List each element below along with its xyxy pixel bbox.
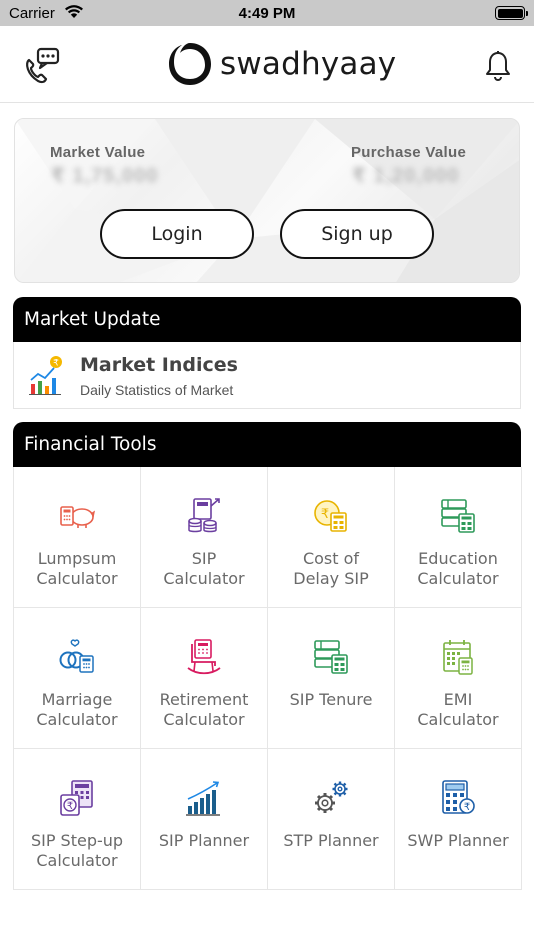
tool-label: SIP Planner	[158, 831, 250, 850]
notifications-button[interactable]	[484, 50, 512, 82]
market-indices-subtitle: Daily Statistics of Market	[80, 382, 234, 398]
swadhyaay-logo-icon	[169, 43, 211, 85]
stepup-calculator-icon: ₹	[60, 780, 93, 816]
financial-tools-grid: Lumpsum Calculator SIP Calculator ₹ Cost…	[13, 467, 522, 890]
tool-sip-planner[interactable]: SIP Planner	[141, 749, 268, 890]
app-header: swadhyaay	[0, 26, 534, 103]
tool-retirement-calculator[interactable]: Retirement Calculator	[141, 608, 268, 749]
tool-label: Marriage Calculator	[36, 690, 118, 729]
svg-text:₹: ₹	[67, 801, 73, 812]
tool-marriage-calculator[interactable]: Marriage Calculator	[14, 608, 141, 749]
bell-icon	[486, 51, 510, 82]
calendar-calculator-icon	[443, 640, 473, 675]
clock: 4:49 PM	[238, 5, 296, 22]
svg-text:₹: ₹	[321, 507, 329, 522]
svg-text:₹: ₹	[53, 359, 59, 369]
tool-label: EMI Calculator	[417, 690, 499, 729]
books-calculator-icon	[441, 499, 475, 533]
tool-label: Lumpsum Calculator	[36, 549, 118, 588]
tool-sip-calculator[interactable]: SIP Calculator	[141, 467, 268, 608]
tool-label: SIP Step-up Calculator	[30, 831, 124, 870]
phone-chat-icon	[26, 47, 60, 84]
market-chart-icon: ₹	[29, 356, 62, 395]
tool-sip-stepup-calculator[interactable]: ₹ SIP Step-up Calculator	[14, 749, 141, 890]
rupee-coin-calculator-icon: ₹	[314, 500, 347, 532]
tool-sip-tenure[interactable]: SIP Tenure	[268, 608, 395, 749]
books-calculator-green-icon	[314, 640, 348, 674]
login-button[interactable]: Login	[100, 209, 254, 259]
portfolio-summary-card: Market Value ₹ 1,75,000 Purchase Value ₹…	[14, 118, 520, 283]
financial-tools-header: Financial Tools	[13, 422, 521, 467]
market-update-section: Market Update ₹ Market Indices Daily Sta…	[13, 297, 521, 409]
tool-education-calculator[interactable]: Education Calculator	[395, 467, 522, 608]
status-bar: Carrier 4:49 PM	[0, 0, 534, 26]
rocking-chair-icon	[187, 639, 221, 675]
rings-calculator-icon	[59, 639, 94, 673]
market-indices-title: Market Indices	[80, 354, 238, 376]
purchase-value-amount: ₹ 1,20,000	[352, 165, 460, 187]
tool-label: STP Planner	[283, 831, 379, 850]
tool-cost-of-delay-sip[interactable]: ₹ Cost of Delay SIP	[268, 467, 395, 608]
financial-tools-section: Financial Tools Lumpsum Calculator SIP C…	[13, 422, 522, 890]
brand-name: swadhyaay	[220, 46, 397, 82]
market-indices-item[interactable]: ₹ Market Indices Daily Statistics of Mar…	[13, 342, 521, 409]
tool-swp-planner[interactable]: ₹ SWP Planner	[395, 749, 522, 890]
tool-label: SIP Tenure	[289, 690, 373, 709]
tool-emi-calculator[interactable]: EMI Calculator	[395, 608, 522, 749]
gears-icon	[315, 781, 348, 813]
piggy-bank-calculator-icon	[60, 506, 96, 528]
tool-label: SWP Planner	[407, 831, 509, 850]
tool-label: Retirement Calculator	[159, 690, 249, 729]
tool-lumpsum-calculator[interactable]: Lumpsum Calculator	[14, 467, 141, 608]
svg-text:₹: ₹	[464, 802, 470, 813]
brand-logo: swadhyaay	[166, 40, 396, 88]
market-update-header: Market Update	[13, 297, 521, 342]
tool-stp-planner[interactable]: STP Planner	[268, 749, 395, 890]
market-value-label: Market Value	[50, 144, 146, 161]
tool-label: Cost of Delay SIP	[293, 549, 369, 588]
battery-icon	[495, 6, 528, 20]
support-chat-button[interactable]	[20, 46, 62, 86]
signup-button[interactable]: Sign up	[280, 209, 434, 259]
tool-label: Education Calculator	[417, 549, 499, 588]
growth-chart-icon	[186, 781, 220, 816]
purchase-value-label: Purchase Value	[351, 144, 467, 161]
coins-calculator-icon	[188, 498, 220, 533]
calculator-coin-icon: ₹	[442, 780, 475, 814]
market-value-amount: ₹ 1,75,000	[51, 165, 159, 187]
tool-label: SIP Calculator	[163, 549, 245, 588]
